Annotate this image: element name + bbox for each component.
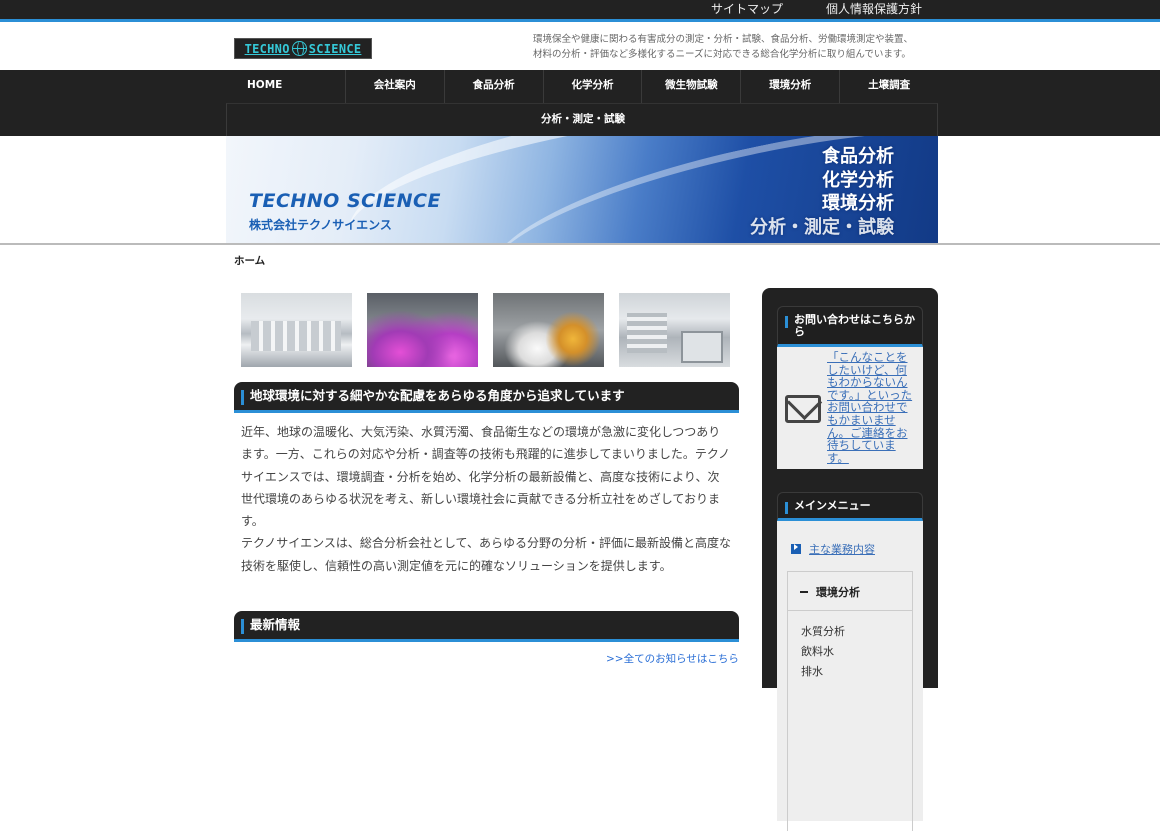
nav-item-chemical-analysis[interactable]: 化学分析 — [542, 70, 642, 103]
contact-widget-body: 「こんなことをしたいけど、何もわからないんです。」といったお問い合わせでもかまい… — [777, 347, 923, 469]
main-heading-text: 地球環境に対する細やかな配慮をあらゆる角度から追求しています — [250, 388, 625, 403]
lab-photo — [241, 293, 352, 367]
submenu-box: 環境分析 水質分析 飲料水 排水 — [787, 571, 913, 831]
intro-text: 近年、地球の温暖化、大気汚染、水質汚濁、食品衛生などの環境が急激に変化しつつあり… — [241, 421, 731, 577]
sitemap-link[interactable]: サイトマップ — [711, 0, 783, 19]
banner-category: 環境分析 — [822, 193, 894, 214]
main-menu-body: 主な業務内容 環境分析 水質分析 飲料水 排水 — [777, 521, 923, 831]
heading-accent-bar — [241, 619, 244, 634]
submenu-item-drinking-water[interactable]: 飲料水 — [801, 642, 845, 662]
banner-category: 化学分析 — [822, 169, 894, 191]
main-menu-widget: メインメニュー 主な業務内容 環境分析 水質分析 飲料水 排水 — [777, 492, 923, 831]
contact-link[interactable]: 「こんなことをしたいけど、何もわからないんです。」といったお問い合わせでもかまい… — [827, 351, 917, 464]
tagline-line-2: 材料の分析・評価など多様化するニーズに対応できる総合化学分析に取り組んでいます。 — [533, 49, 911, 60]
hero-banner: TECHNO SCIENCE 株式会社テクノサイエンス 食品分析 化学分析 環境… — [226, 136, 938, 243]
intro-paragraph: 近年、地球の温暖化、大気汚染、水質汚濁、食品衛生などの環境が急激に変化しつつあり… — [241, 425, 731, 529]
submenu-title-environmental-analysis[interactable]: 環境分析 — [800, 584, 860, 600]
submenu-item-water-quality[interactable]: 水質分析 — [801, 622, 845, 642]
main-menu-title: メインメニュー — [777, 492, 923, 521]
nav-item-home[interactable]: HOME — [226, 70, 345, 103]
nav-item-soil-survey[interactable]: 土壌調査 — [839, 70, 938, 103]
breadcrumb[interactable]: ホーム — [234, 253, 265, 268]
all-news-link[interactable]: >>全てのお知らせはこちら — [606, 651, 739, 666]
intro-paragraph: テクノサイエンスは、総合分析会社として、あらゆる分野の分析・評価に最新設備と高度… — [241, 536, 731, 573]
lab-photo-strip — [241, 293, 731, 367]
nav-item-food-analysis[interactable]: 食品分析 — [443, 70, 543, 103]
nav-item-environmental-analysis[interactable]: 環境分析 — [740, 70, 839, 103]
banner-category: 分析・測定・試験 — [750, 216, 894, 238]
contact-widget: お問い合わせはこちらから 「こんなことをしたいけど、何もわからないんです。」とい… — [777, 306, 923, 469]
nav-item-microbial-testing[interactable]: 微生物試験 — [641, 70, 740, 103]
mail-icon[interactable] — [785, 395, 821, 423]
news-heading-text: 最新情報 — [250, 617, 301, 632]
nav-row-2: 分析・測定・試験 — [226, 103, 938, 136]
globe-icon — [291, 41, 307, 56]
banner-title: TECHNO SCIENCE — [249, 190, 441, 212]
site-header: TECHNO SCIENCE 環境保全や健康に関わる有害成分の測定・分析・試験、… — [0, 25, 1160, 70]
submenu-item-wastewater[interactable]: 排水 — [801, 662, 845, 682]
sidebar: お問い合わせはこちらから 「こんなことをしたいけど、何もわからないんです。」とい… — [762, 288, 938, 831]
contact-widget-title: お問い合わせはこちらから — [777, 306, 923, 347]
logo-text-right: SCIENCE — [308, 41, 362, 56]
nav-row-1: HOME 会社案内 食品分析 化学分析 微生物試験 環境分析 土壌調査 — [226, 70, 938, 103]
submenu-list: 水質分析 飲料水 排水 — [801, 622, 845, 682]
tagline-line-1: 環境保全や健康に関わる有害成分の測定・分析・試験、食品分析、労働環境測定や装置、 — [533, 34, 914, 45]
lab-photo — [367, 293, 478, 367]
heading-accent-bar — [241, 390, 244, 405]
nav-item-analysis-measurement-testing[interactable]: 分析・測定・試験 — [227, 104, 939, 137]
nav-item-company[interactable]: 会社案内 — [344, 70, 444, 103]
logo-text-left: TECHNO — [244, 41, 290, 56]
top-utility-bar: サイトマップ 個人情報保護方針 — [0, 0, 1160, 22]
main-section-heading: 地球環境に対する細やかな配慮をあらゆる角度から追求しています — [234, 382, 739, 413]
header-tagline: 環境保全や健康に関わる有害成分の測定・分析・試験、食品分析、労働環境測定や装置、… — [533, 32, 928, 62]
lab-photo — [619, 293, 730, 367]
submenu-divider — [788, 610, 912, 611]
banner-divider — [0, 243, 1160, 245]
site-logo[interactable]: TECHNO SCIENCE — [234, 38, 372, 59]
global-navigation: HOME 会社案内 食品分析 化学分析 微生物試験 環境分析 土壌調査 分析・測… — [0, 70, 1160, 136]
lab-photo — [493, 293, 604, 367]
banner-categories: 食品分析 化学分析 環境分析 分析・測定・試験 — [750, 145, 894, 239]
banner-category: 食品分析 — [822, 146, 894, 167]
banner-company-name: 株式会社テクノサイエンス — [249, 218, 392, 232]
news-section-heading: 最新情報 — [234, 611, 739, 642]
main-services-link[interactable]: 主な業務内容 — [791, 541, 875, 557]
privacy-policy-link[interactable]: 個人情報保護方針 — [826, 0, 922, 19]
